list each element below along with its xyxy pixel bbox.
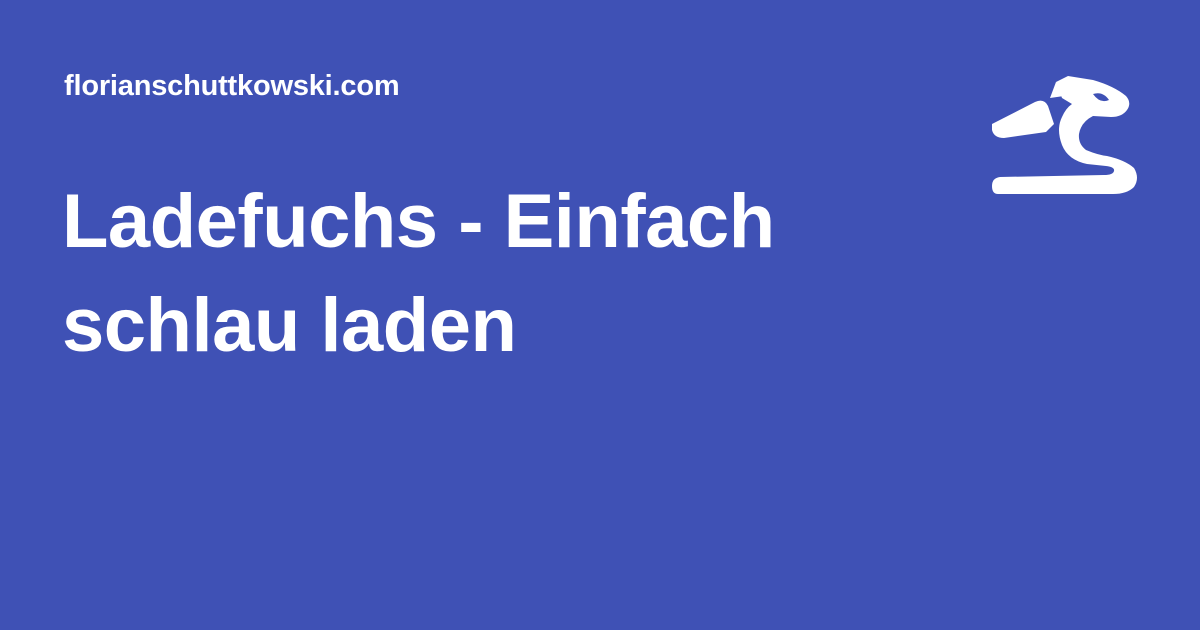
title-line-1: Ladefuchs - Einfach: [62, 179, 775, 264]
social-card: florianschuttkowski.com Ladefuchs - Einf…: [0, 0, 1200, 630]
page-title: Ladefuchs - Einfach schlau laden: [62, 170, 942, 378]
dragon-icon: [992, 76, 1137, 194]
site-domain: florianschuttkowski.com: [64, 70, 400, 102]
title-line-2: schlau laden: [62, 283, 517, 368]
